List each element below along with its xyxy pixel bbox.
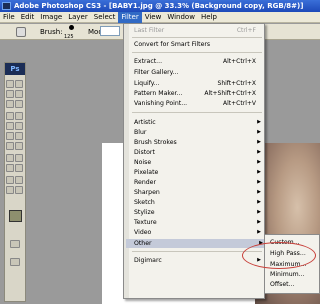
move-tool-icon[interactable] bbox=[6, 80, 14, 88]
menu-item-distort[interactable]: Distort ▶ bbox=[134, 148, 262, 157]
submenu-arrow-icon: ▶ bbox=[257, 159, 261, 165]
menu-item-video[interactable]: Video ▶ bbox=[134, 228, 262, 237]
hand-tool-icon[interactable] bbox=[6, 186, 14, 194]
shape-tool-icon[interactable] bbox=[15, 164, 23, 172]
menu-image[interactable]: Image bbox=[37, 12, 65, 23]
magic-wand-tool-icon[interactable] bbox=[15, 90, 23, 98]
menu-item-pattern-maker[interactable]: Pattern Maker... Alt+Shift+Ctrl+X bbox=[134, 89, 262, 98]
dodge-tool-icon[interactable] bbox=[15, 142, 23, 150]
foreground-color-swatch[interactable] bbox=[9, 210, 22, 222]
submenu-arrow-icon: ▶ bbox=[257, 139, 261, 145]
menu-item-noise[interactable]: Noise ▶ bbox=[134, 158, 262, 167]
submenu-arrow-icon: ▶ bbox=[257, 149, 261, 155]
menu-item-convert-smart-filters[interactable]: Convert for Smart Filters bbox=[134, 40, 262, 49]
menu-separator bbox=[132, 52, 262, 53]
eyedropper-tool-icon[interactable] bbox=[15, 176, 23, 184]
healing-brush-icon[interactable] bbox=[6, 112, 14, 120]
menu-view[interactable]: View bbox=[142, 12, 165, 23]
menu-item-stylize[interactable]: Stylize ▶ bbox=[134, 208, 262, 217]
menu-item-artistic[interactable]: Artistic ▶ bbox=[134, 118, 262, 127]
submenu-arrow-icon: ▶ bbox=[257, 129, 261, 135]
gradient-tool-icon[interactable] bbox=[15, 132, 23, 140]
menu-icon-strip bbox=[124, 24, 129, 298]
mode-select[interactable] bbox=[100, 26, 120, 36]
submenu-arrow-icon: ▶ bbox=[257, 209, 261, 215]
brush-dot-icon bbox=[69, 25, 74, 30]
menu-select[interactable]: Select bbox=[91, 12, 119, 23]
menu-item-pixelate[interactable]: Pixelate ▶ bbox=[134, 168, 262, 177]
menu-window[interactable]: Window bbox=[164, 12, 198, 23]
screen-mode-icon[interactable] bbox=[10, 258, 20, 266]
submenu-item-minimum[interactable]: Minimum... bbox=[270, 270, 318, 280]
menu-separator bbox=[132, 37, 262, 38]
submenu-arrow-icon: ▶ bbox=[257, 219, 261, 225]
type-tool-icon[interactable] bbox=[15, 154, 23, 162]
menu-layer[interactable]: Layer bbox=[65, 12, 91, 23]
window-title: Adobe Photoshop CS3 - [BABY1.jpg @ 33.3%… bbox=[0, 0, 320, 12]
annotation-circle bbox=[242, 242, 316, 269]
menu-help[interactable]: Help bbox=[198, 12, 220, 23]
menu-filter[interactable]: Filter bbox=[118, 11, 142, 23]
menu-item-blur[interactable]: Blur ▶ bbox=[134, 128, 262, 137]
clone-stamp-icon[interactable] bbox=[6, 122, 14, 130]
brush-size-value: 125 bbox=[64, 34, 74, 40]
brush-tool-small-icon[interactable] bbox=[15, 112, 23, 120]
menu-bar: File Edit Image Layer Select Filter View… bbox=[0, 11, 320, 23]
zoom-tool-icon[interactable] bbox=[15, 186, 23, 194]
blur-tool-icon[interactable] bbox=[6, 142, 14, 150]
menu-item-last-filter: Last Filter Ctrl+F bbox=[134, 27, 256, 34]
photoshop-app-icon bbox=[2, 2, 11, 10]
menu-item-other[interactable]: Other ▶ bbox=[126, 239, 264, 248]
menu-item-sharpen[interactable]: Sharpen ▶ bbox=[134, 188, 262, 197]
quick-mask-icon[interactable] bbox=[10, 240, 20, 248]
ps-logo: Ps bbox=[5, 63, 25, 75]
crop-tool-icon[interactable] bbox=[6, 100, 14, 108]
menu-item-brush-strokes[interactable]: Brush Strokes ▶ bbox=[134, 138, 262, 147]
menu-edit[interactable]: Edit bbox=[18, 12, 38, 23]
notes-tool-icon[interactable] bbox=[6, 176, 14, 184]
menu-separator bbox=[132, 112, 262, 113]
history-brush-icon[interactable] bbox=[15, 122, 23, 130]
menu-item-texture[interactable]: Texture ▶ bbox=[134, 218, 262, 227]
eraser-tool-icon[interactable] bbox=[6, 132, 14, 140]
menu-item-filter-gallery[interactable]: Filter Gallery... bbox=[134, 68, 262, 77]
submenu-arrow-icon: ▶ bbox=[257, 179, 261, 185]
menu-item-extract[interactable]: Extract... Alt+Ctrl+X bbox=[134, 57, 262, 66]
menu-item-render[interactable]: Render ▶ bbox=[134, 178, 262, 187]
menu-file[interactable]: File bbox=[0, 12, 18, 23]
submenu-arrow-icon: ▶ bbox=[257, 189, 261, 195]
menu-item-vanishing-point[interactable]: Vanishing Point... Alt+Ctrl+V bbox=[134, 99, 262, 108]
submenu-arrow-icon: ▶ bbox=[257, 229, 261, 235]
brush-label: Brush: bbox=[40, 28, 63, 36]
menu-item-sketch[interactable]: Sketch ▶ bbox=[134, 198, 262, 207]
brush-tool-icon[interactable] bbox=[16, 27, 26, 37]
submenu-arrow-icon: ▶ bbox=[257, 119, 261, 125]
submenu-arrow-icon: ▶ bbox=[257, 199, 261, 205]
menu-item-liquify[interactable]: Liquify... Shift+Ctrl+X bbox=[134, 79, 262, 88]
marquee-tool-icon[interactable] bbox=[15, 80, 23, 88]
submenu-arrow-icon: ▶ bbox=[257, 169, 261, 175]
path-selection-icon[interactable] bbox=[6, 164, 14, 172]
submenu-item-offset[interactable]: Offset... bbox=[270, 280, 318, 290]
pen-tool-icon[interactable] bbox=[6, 154, 14, 162]
lasso-tool-icon[interactable] bbox=[6, 90, 14, 98]
slice-tool-icon[interactable] bbox=[15, 100, 23, 108]
